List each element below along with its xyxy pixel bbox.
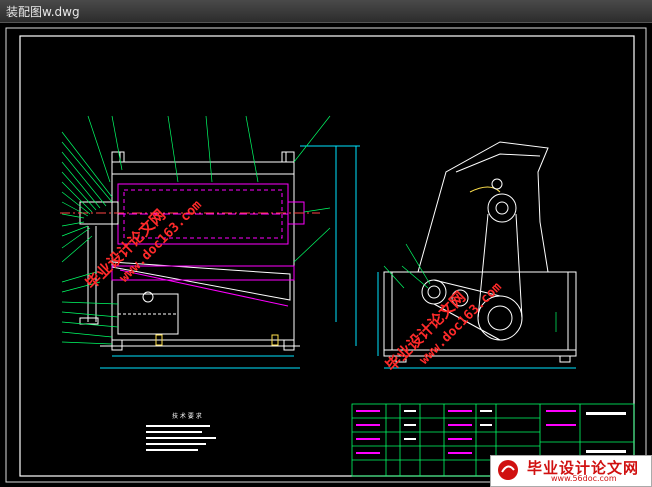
drawing-svg: 技 术 要 求 毕业设计论文网 www.doc163.com 毕业设计论文网 w… [5, 27, 647, 483]
cad-window: 装配图w.dwg 技 术 要 求 毕业设计论文网 www.doc163.com … [0, 0, 652, 487]
window-title: 装配图w.dwg [6, 5, 80, 19]
tech-requirements-title: 技 术 要 求 [172, 412, 202, 420]
logo-mark-icon [498, 460, 518, 480]
front-leaders [61, 115, 331, 345]
site-logo[interactable]: 毕业设计论文网 www.56doc.com [490, 455, 652, 487]
title-bar[interactable]: 装配图w.dwg [0, 0, 652, 23]
sheet-outer-border [5, 27, 647, 483]
side-view [377, 141, 577, 369]
drawing-canvas[interactable]: 技 术 要 求 毕业设计论文网 www.doc163.com 毕业设计论文网 w… [0, 22, 652, 487]
logo-url: www.56doc.com [551, 474, 617, 483]
watermark-side: 毕业设计论文网 www.doc163.com [382, 280, 505, 375]
tech-requirements: 技 术 要 求 [146, 412, 216, 451]
parts-list-text [404, 410, 626, 453]
